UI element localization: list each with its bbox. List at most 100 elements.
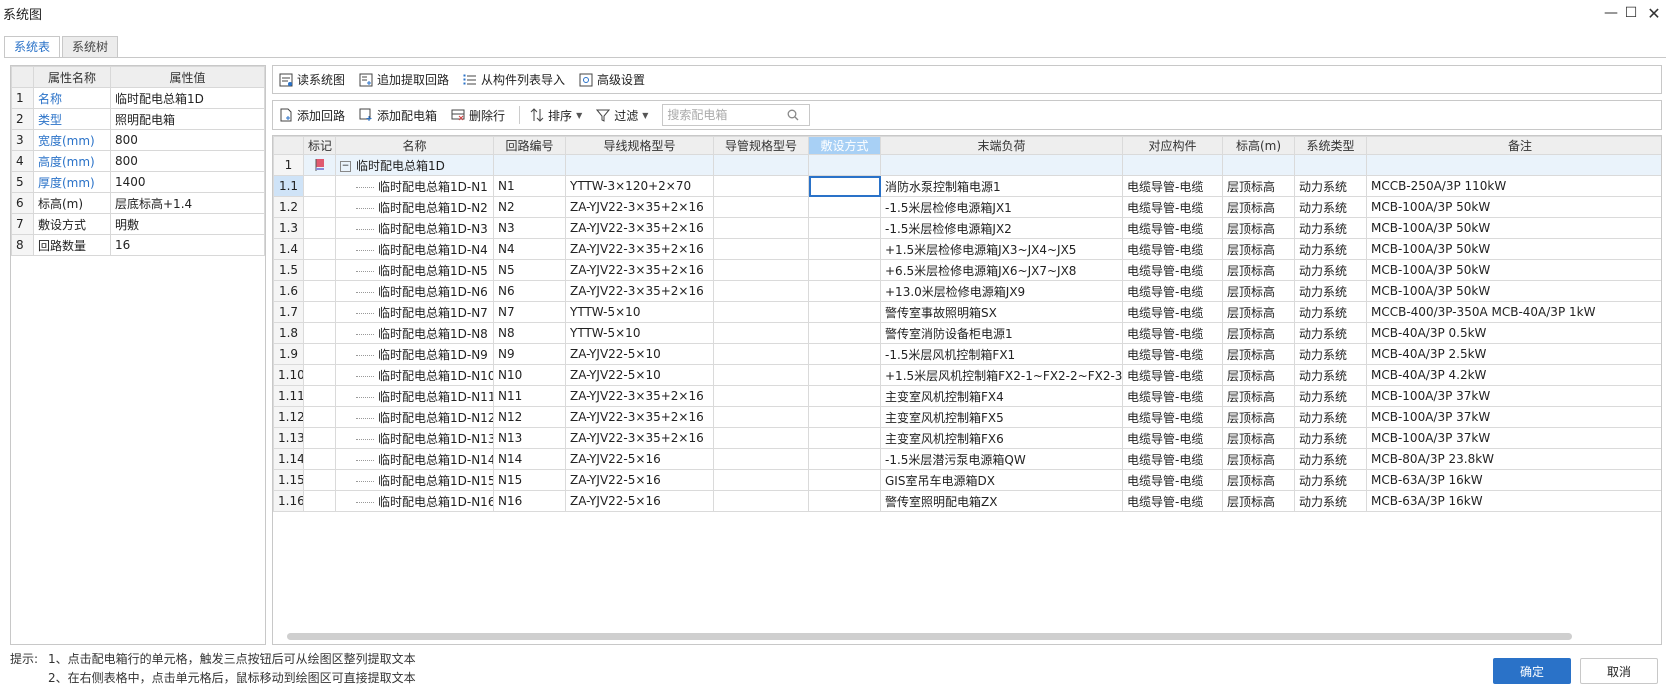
property-value[interactable]: 1400 xyxy=(110,171,265,193)
cell-component[interactable]: 电缆导管-电缆 xyxy=(1122,469,1223,491)
grid-cell[interactable] xyxy=(1366,154,1661,176)
grid-cell[interactable] xyxy=(713,154,809,176)
cell-sys[interactable]: 动力系统 xyxy=(1294,175,1367,197)
cell-elev[interactable]: 层顶标高 xyxy=(1222,427,1295,449)
mark-cell[interactable] xyxy=(303,448,336,470)
append-extract-button[interactable]: 追加提取回路 xyxy=(359,71,449,88)
cell-conduit[interactable] xyxy=(713,217,809,239)
cell-wire[interactable]: ZA-YJV22-5×16 xyxy=(565,469,714,491)
grid-row[interactable]: 1.15 临时配电总箱1D-N15 N15 ZA-YJV22-5×16 GIS室吊车电源… xyxy=(273,469,1661,491)
cell-laying[interactable] xyxy=(808,238,881,260)
grid-row[interactable]: 1.13 临时配电总箱1D-N13 N13 ZA-YJV22-3×35+2×16 主变室… xyxy=(273,427,1661,449)
cell-conduit[interactable] xyxy=(713,406,809,428)
cell-conduit[interactable] xyxy=(713,343,809,365)
cell-sys[interactable]: 动力系统 xyxy=(1294,490,1367,512)
name-cell[interactable]: 临时配电总箱1D-N12 xyxy=(335,406,494,428)
property-value[interactable]: 800 xyxy=(110,150,265,172)
search-box[interactable] xyxy=(662,104,811,126)
cell-conduit[interactable] xyxy=(713,364,809,386)
add-circuit-button[interactable]: 添加回路 xyxy=(279,107,345,124)
property-row[interactable]: 2 类型 照明配电箱 xyxy=(11,108,265,130)
grid-cell[interactable] xyxy=(565,154,714,176)
grid-header-col-1[interactable]: 标记 xyxy=(303,136,336,155)
property-row[interactable]: 7 敷设方式 明敷 xyxy=(11,213,265,235)
cell-conduit[interactable] xyxy=(713,259,809,281)
mark-cell[interactable] xyxy=(303,385,336,407)
cell-elev[interactable]: 层顶标高 xyxy=(1222,175,1295,197)
cell-component[interactable]: 电缆导管-电缆 xyxy=(1122,259,1223,281)
cell-load[interactable]: +1.5米层检修电源箱JX3~JX4~JX5 xyxy=(880,238,1123,260)
mark-cell[interactable] xyxy=(303,301,336,323)
cell-circuit[interactable]: N14 xyxy=(493,448,566,470)
grid-cell[interactable] xyxy=(1122,154,1223,176)
cell-laying[interactable] xyxy=(808,301,881,323)
sort-button[interactable]: 排序 ▼ xyxy=(530,107,582,124)
cell-component[interactable]: 电缆导管-电缆 xyxy=(1122,490,1223,512)
cell-circuit[interactable]: N3 xyxy=(493,217,566,239)
property-row[interactable]: 4 高度(mm) 800 xyxy=(11,150,265,172)
cell-sys[interactable]: 动力系统 xyxy=(1294,364,1367,386)
grid-row[interactable]: 1.12 临时配电总箱1D-N12 N12 ZA-YJV22-3×35+2×16 主变室… xyxy=(273,406,1661,428)
grid-header-col-3[interactable]: 回路编号 xyxy=(493,136,566,155)
cell-circuit[interactable]: N4 xyxy=(493,238,566,260)
cell-load[interactable]: 主变室风机控制箱FX5 xyxy=(880,406,1123,428)
cell-wire[interactable]: ZA-YJV22-5×10 xyxy=(565,343,714,365)
cell-laying[interactable] xyxy=(808,175,881,197)
cell-laying[interactable] xyxy=(808,490,881,512)
cell-note[interactable]: MCB-100A/3P 50kW xyxy=(1366,280,1661,302)
grid-row[interactable]: 1.7 临时配电总箱1D-N7 N7 YTTW-5×10 警传室事故照明箱SX 电缆导管-… xyxy=(273,301,1661,323)
cell-component[interactable]: 电缆导管-电缆 xyxy=(1122,385,1223,407)
cell-laying[interactable] xyxy=(808,427,881,449)
cell-load[interactable]: 警传室事故照明箱SX xyxy=(880,301,1123,323)
cell-wire[interactable]: ZA-YJV22-5×16 xyxy=(565,448,714,470)
mark-cell[interactable] xyxy=(303,175,336,197)
cell-sys[interactable]: 动力系统 xyxy=(1294,301,1367,323)
cell-sys[interactable]: 动力系统 xyxy=(1294,322,1367,344)
cell-laying[interactable] xyxy=(808,217,881,239)
advanced-settings-button[interactable]: 高级设置 xyxy=(579,71,645,88)
grid-header-col-2[interactable]: 名称 xyxy=(335,136,494,155)
cell-load[interactable]: 主变室风机控制箱FX6 xyxy=(880,427,1123,449)
property-value[interactable]: 照明配电箱 xyxy=(110,108,265,130)
cell-circuit[interactable]: N13 xyxy=(493,427,566,449)
cell-component[interactable]: 电缆导管-电缆 xyxy=(1122,175,1223,197)
name-cell[interactable]: 临时配电总箱1D-N10 xyxy=(335,364,494,386)
cell-wire[interactable]: ZA-YJV22-3×35+2×16 xyxy=(565,280,714,302)
cell-laying[interactable] xyxy=(808,406,881,428)
cell-load[interactable]: 警传室照明配电箱ZX xyxy=(880,490,1123,512)
cell-wire[interactable]: ZA-YJV22-3×35+2×16 xyxy=(565,259,714,281)
cell-laying[interactable] xyxy=(808,280,881,302)
mark-cell[interactable] xyxy=(303,196,336,218)
cell-conduit[interactable] xyxy=(713,175,809,197)
cell-elev[interactable]: 层顶标高 xyxy=(1222,259,1295,281)
cell-load[interactable]: -1.5米层检修电源箱JX2 xyxy=(880,217,1123,239)
cell-component[interactable]: 电缆导管-电缆 xyxy=(1122,427,1223,449)
cell-component[interactable]: 电缆导管-电缆 xyxy=(1122,301,1223,323)
grid-cell[interactable] xyxy=(1294,154,1367,176)
name-cell[interactable]: − 临时配电总箱1D xyxy=(335,154,494,176)
cell-load[interactable]: 主变室风机控制箱FX4 xyxy=(880,385,1123,407)
cell-wire[interactable]: ZA-YJV22-3×35+2×16 xyxy=(565,238,714,260)
cell-elev[interactable]: 层顶标高 xyxy=(1222,406,1295,428)
cell-component[interactable]: 电缆导管-电缆 xyxy=(1122,343,1223,365)
cell-wire[interactable]: ZA-YJV22-3×35+2×16 xyxy=(565,406,714,428)
cell-wire[interactable]: ZA-YJV22-3×35+2×16 xyxy=(565,427,714,449)
cell-conduit[interactable] xyxy=(713,427,809,449)
mark-cell[interactable] xyxy=(303,322,336,344)
tab-system-tree[interactable]: 系统树 xyxy=(62,36,119,58)
cell-load[interactable]: 消防水泵控制箱电源1 xyxy=(880,175,1123,197)
mark-cell[interactable] xyxy=(303,217,336,239)
cell-circuit[interactable]: N16 xyxy=(493,490,566,512)
grid-header-col-7[interactable]: 末端负荷 xyxy=(880,136,1123,155)
cell-laying[interactable] xyxy=(808,322,881,344)
cell-conduit[interactable] xyxy=(713,196,809,218)
cell-wire[interactable]: ZA-YJV22-3×35+2×16 xyxy=(565,385,714,407)
cell-elev[interactable]: 层顶标高 xyxy=(1222,301,1295,323)
cell-circuit[interactable]: N9 xyxy=(493,343,566,365)
search-input[interactable] xyxy=(667,108,788,122)
cell-note[interactable]: MCB-63A/3P 16kW xyxy=(1366,490,1661,512)
grid-row[interactable]: 1.9 临时配电总箱1D-N9 N9 ZA-YJV22-5×10 -1.5米层风机控制箱… xyxy=(273,343,1661,365)
cell-note[interactable]: MCB-100A/3P 50kW xyxy=(1366,259,1661,281)
collapse-icon[interactable]: − xyxy=(340,160,351,172)
grid-row[interactable]: 1.2 临时配电总箱1D-N2 N2 ZA-YJV22-3×35+2×16 -1.5米层… xyxy=(273,196,1661,218)
